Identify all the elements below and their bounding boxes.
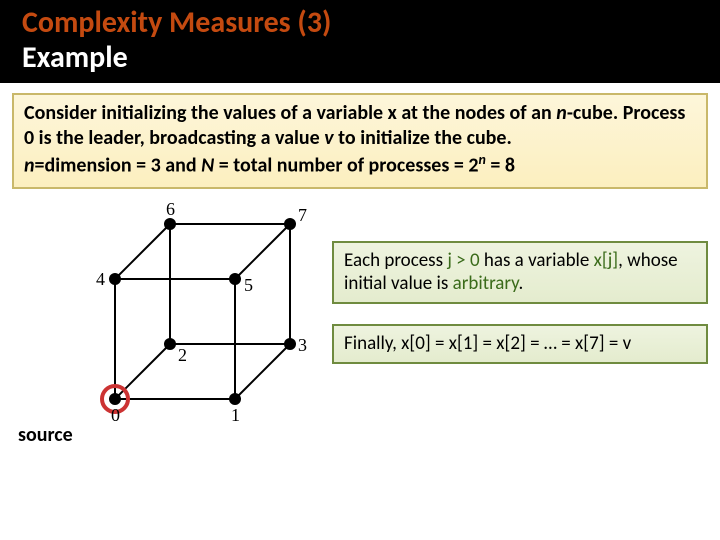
proc-hl-xj: x[j] bbox=[594, 249, 618, 272]
proc-text: . bbox=[518, 272, 523, 295]
finally-text: Finally, x[0] = x[1] = x[2] = … = x[7] =… bbox=[344, 332, 631, 355]
desc-text: to initialize the cube. bbox=[334, 126, 512, 150]
node-label-3: 3 bbox=[298, 335, 307, 355]
cube-svg: 6 7 4 5 2 3 0 1 bbox=[90, 199, 330, 444]
proc-hl-arb: arbitrary bbox=[453, 272, 519, 295]
proc-text: Each process bbox=[344, 249, 447, 272]
desc-text: = 8 bbox=[486, 154, 515, 178]
desc-text: =dimension = 3 and bbox=[35, 154, 202, 178]
slide-title-main: Example bbox=[22, 41, 720, 76]
node-label-7: 7 bbox=[298, 205, 307, 225]
node-label-2: 2 bbox=[178, 345, 187, 365]
right-text-boxes: Each process j > 0 has a variable x[j], … bbox=[332, 241, 708, 384]
node-label-1: 1 bbox=[231, 405, 240, 425]
slide-title-accent: Complexity Measures (3) bbox=[22, 6, 720, 41]
node-label-5: 5 bbox=[244, 275, 253, 295]
desc-var-n: n bbox=[556, 101, 567, 125]
desc-text: = total number of processes = 2 bbox=[214, 154, 478, 178]
finally-box: Finally, x[0] = x[1] = x[2] = … = x[7] =… bbox=[332, 324, 708, 364]
description-box: Consider initializing the values of a va… bbox=[12, 93, 708, 189]
slide-header: Complexity Measures (3) Example bbox=[0, 0, 720, 83]
desc-var-N: N bbox=[201, 154, 214, 178]
node-label-0: 0 bbox=[111, 405, 120, 425]
process-box: Each process j > 0 has a variable x[j], … bbox=[332, 241, 708, 305]
content-row: source bbox=[0, 189, 720, 469]
node-label-4: 4 bbox=[96, 269, 105, 289]
node-label-6: 6 bbox=[166, 199, 175, 219]
source-label: source bbox=[18, 423, 73, 447]
proc-text: has a variable bbox=[480, 249, 594, 272]
desc-sup-n: n bbox=[479, 151, 486, 168]
desc-text: Consider initializing the values of a va… bbox=[24, 101, 556, 125]
desc-var-v: v bbox=[324, 126, 333, 150]
desc-var-n2: n bbox=[24, 154, 35, 178]
proc-hl-j: j > 0 bbox=[447, 249, 479, 272]
cube-diagram: 6 7 4 5 2 3 0 1 bbox=[90, 199, 330, 444]
